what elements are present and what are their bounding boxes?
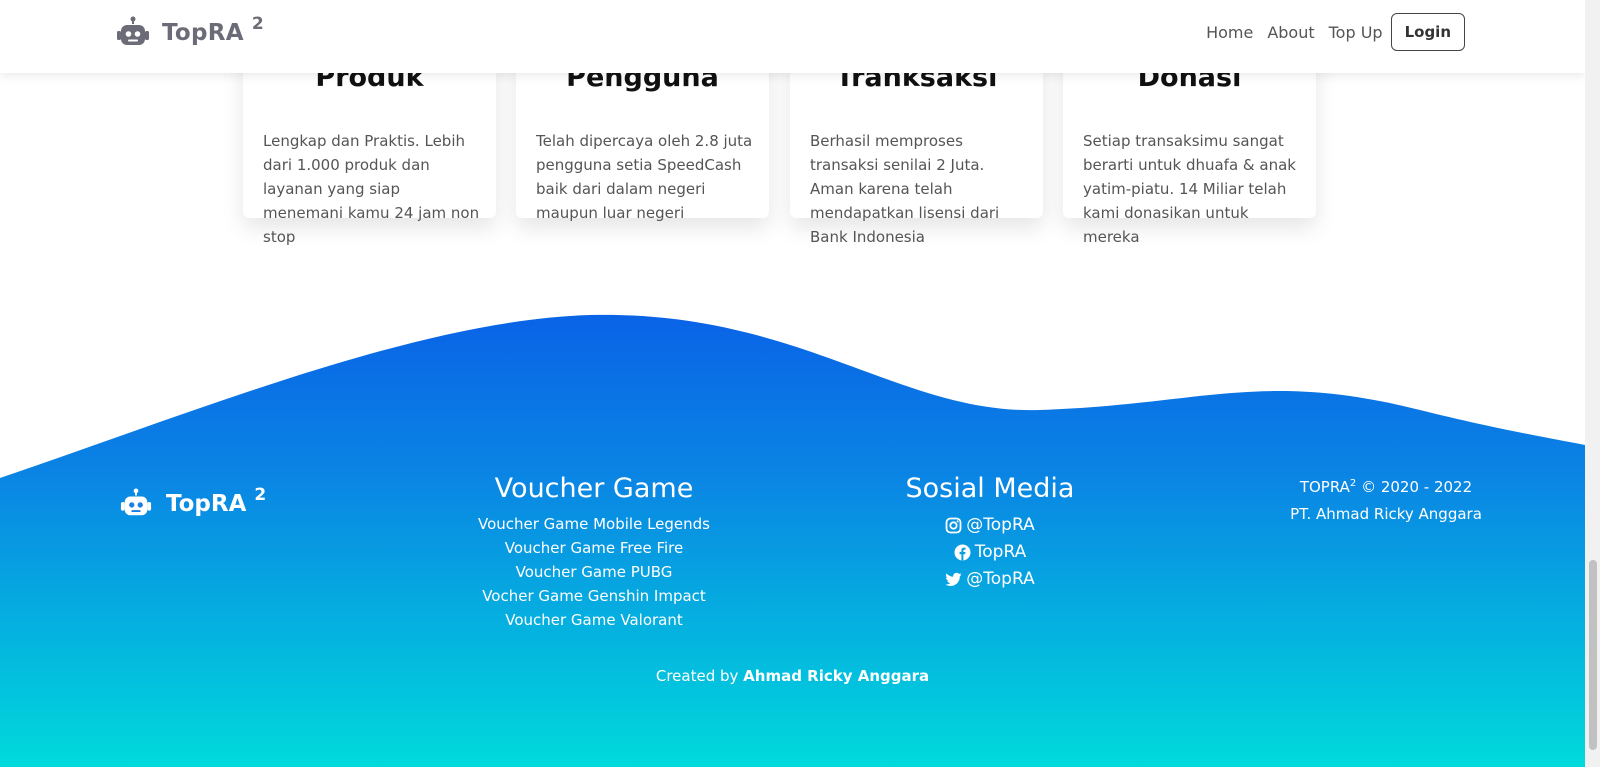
twitter-icon — [945, 572, 962, 586]
robot-icon — [117, 16, 149, 45]
footer-brand-sup: 2 — [254, 485, 267, 505]
brand-sup: 2 — [251, 14, 264, 34]
voucher-link-valorant[interactable]: Voucher Game Valorant — [444, 608, 744, 632]
twitter-handle: @TopRA — [966, 569, 1035, 589]
facebook-icon — [954, 544, 971, 561]
copyright-years: © 2020 - 2022 — [1361, 478, 1473, 496]
copyright-block: TOPRA2 © 2020 - 2022 PT. Ahmad Ricky Ang… — [1236, 470, 1536, 528]
feature-card-text: Telah dipercaya oleh 2.8 juta pengguna s… — [536, 132, 753, 222]
feature-card-text: Berhasil memproses transaksi senilai 2 J… — [810, 132, 1000, 246]
footer-brand-name: TopRA — [166, 491, 247, 517]
voucher-game-column: Voucher Game Voucher Game Mobile Legends… — [444, 472, 744, 632]
navbar-brand[interactable]: TopRA 2 — [116, 14, 264, 50]
facebook-handle: TopRA — [974, 542, 1027, 562]
facebook-link[interactable]: TopRA — [840, 539, 1140, 566]
copyright-name: TOPRA — [1299, 478, 1350, 496]
twitter-link[interactable]: @TopRA — [840, 566, 1140, 593]
robot-icon — [120, 488, 152, 516]
copyright-sup: 2 — [1349, 478, 1357, 489]
created-by-author: Ahmad Ricky Anggara — [743, 667, 930, 685]
voucher-link-genshin-impact[interactable]: Vocher Game Genshin Impact — [444, 584, 744, 608]
login-button[interactable]: Login — [1390, 13, 1465, 51]
footer-brand[interactable]: TopRA 2 — [120, 485, 267, 520]
instagram-handle: @TopRA — [966, 515, 1035, 535]
voucher-link-free-fire[interactable]: Voucher Game Free Fire — [444, 536, 744, 560]
feature-card-text: Setiap transaksimu sangat berarti untuk … — [1083, 132, 1296, 246]
nav-links: Home About Top Up Login — [1192, 13, 1465, 51]
nav-top-up[interactable]: Top Up — [1329, 23, 1383, 42]
voucher-link-mobile-legends[interactable]: Voucher Game Mobile Legends — [444, 512, 744, 536]
footer: TopRA 2 Voucher Game Voucher Game Mobile… — [0, 300, 1585, 767]
navbar: TopRA 2 Home About Top Up Login — [0, 0, 1585, 73]
nav-about[interactable]: About — [1267, 23, 1314, 42]
instagram-icon — [945, 517, 962, 534]
nav-home[interactable]: Home — [1206, 23, 1253, 42]
social-media-column: Sosial Media @TopRA TopRA @TopRA — [840, 472, 1140, 593]
voucher-game-heading: Voucher Game — [494, 473, 694, 504]
feature-card-text: Lengkap dan Praktis. Lebih dari 1.000 pr… — [263, 132, 480, 246]
created-by: Created by Ahmad Ricky Anggara — [0, 667, 1585, 685]
copyright-line: TOPRA2 © 2020 - 2022 — [1236, 470, 1536, 501]
instagram-link[interactable]: @TopRA — [840, 512, 1140, 539]
scrollbar-thumb[interactable] — [1589, 560, 1597, 750]
brand-name: TopRA — [162, 20, 244, 46]
created-by-prefix: Created by — [655, 667, 739, 685]
footer-wave-background — [0, 314, 1585, 767]
company-name: PT. Ahmad Ricky Anggara — [1290, 505, 1482, 523]
voucher-link-pubg[interactable]: Voucher Game PUBG — [444, 560, 744, 584]
page-scrollbar[interactable] — [1585, 0, 1600, 767]
social-media-heading: Sosial Media — [905, 473, 1075, 504]
